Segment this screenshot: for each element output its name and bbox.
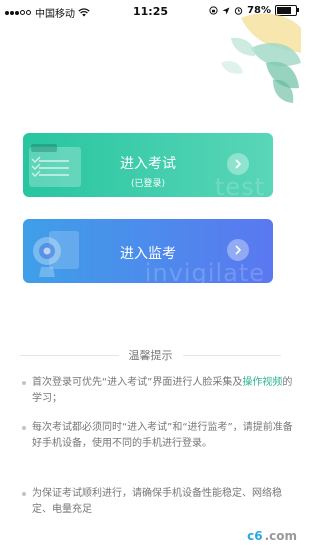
enter-exam-card[interactable]: test 进入考试 (已登录) <box>23 133 273 197</box>
tip-item: 首次登录可优先“进入考试”界面进行人脸采集及操作视频的学习； <box>22 375 294 407</box>
chevron-right-icon[interactable] <box>227 239 249 261</box>
tips-title: 温馨提示 <box>128 349 173 362</box>
divider <box>182 354 281 356</box>
decorative-leaves-illustration <box>221 13 301 103</box>
chevron-right-icon[interactable] <box>227 153 249 175</box>
operation-video-link[interactable]: 操作视频 <box>242 377 282 388</box>
enter-monitor-card[interactable]: invigilate 进入监考 <box>23 219 273 283</box>
watermark-com: .com <box>264 529 297 543</box>
watermark-c6: c6 <box>247 529 263 543</box>
divider <box>20 354 119 356</box>
tips-header: 温馨提示 <box>20 348 281 362</box>
card-subtitle: (已登录) <box>130 179 166 189</box>
tip-item: 为保证考试顺利进行，请确保手机设备性能稳定、网络稳定、电量充足 <box>22 486 294 518</box>
site-watermark-logo: c6 .com <box>247 529 297 543</box>
tip-text: 首次登录可优先“进入考试”界面进行人脸采集及 <box>32 377 243 388</box>
tip-item: 每次考试都必须同时“进入考试”和“进行监考”，请提前准备好手机设备，使用不同的手… <box>22 420 294 452</box>
